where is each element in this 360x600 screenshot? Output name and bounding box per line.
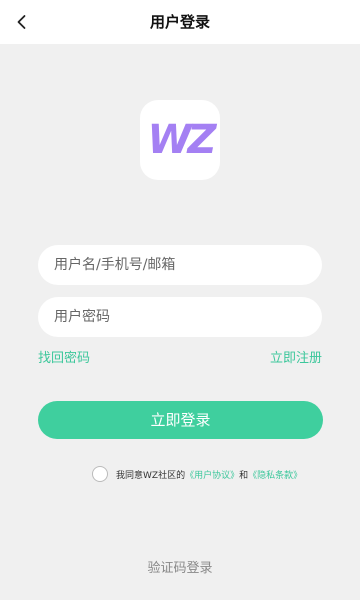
username-input[interactable] [38, 245, 322, 285]
page-title: 用户登录 [149, 13, 210, 31]
agreement-radio[interactable] [92, 466, 108, 482]
sms-login-link[interactable]: 验证码登录 [0, 557, 360, 576]
forgot-password-link[interactable]: 找回密码 [38, 347, 90, 366]
logo-text: WZ [147, 117, 216, 163]
agreement-row: 我同意WZ社区的 《用户协议》 和 《隐私条款》 [92, 465, 302, 483]
agreement-prefix: 我同意WZ社区的 [116, 470, 186, 481]
privacy-policy-link[interactable]: 《隐私条款》 [248, 468, 302, 481]
register-link[interactable]: 立即注册 [270, 347, 322, 366]
password-input[interactable] [38, 297, 322, 337]
login-button[interactable]: 立即登录 [38, 401, 323, 439]
app-logo: WZ [140, 100, 220, 180]
agreement-and: 和 [239, 470, 249, 481]
header-bar: 用户登录 [0, 0, 360, 44]
user-agreement-link[interactable]: 《用户协议》 [185, 468, 239, 481]
